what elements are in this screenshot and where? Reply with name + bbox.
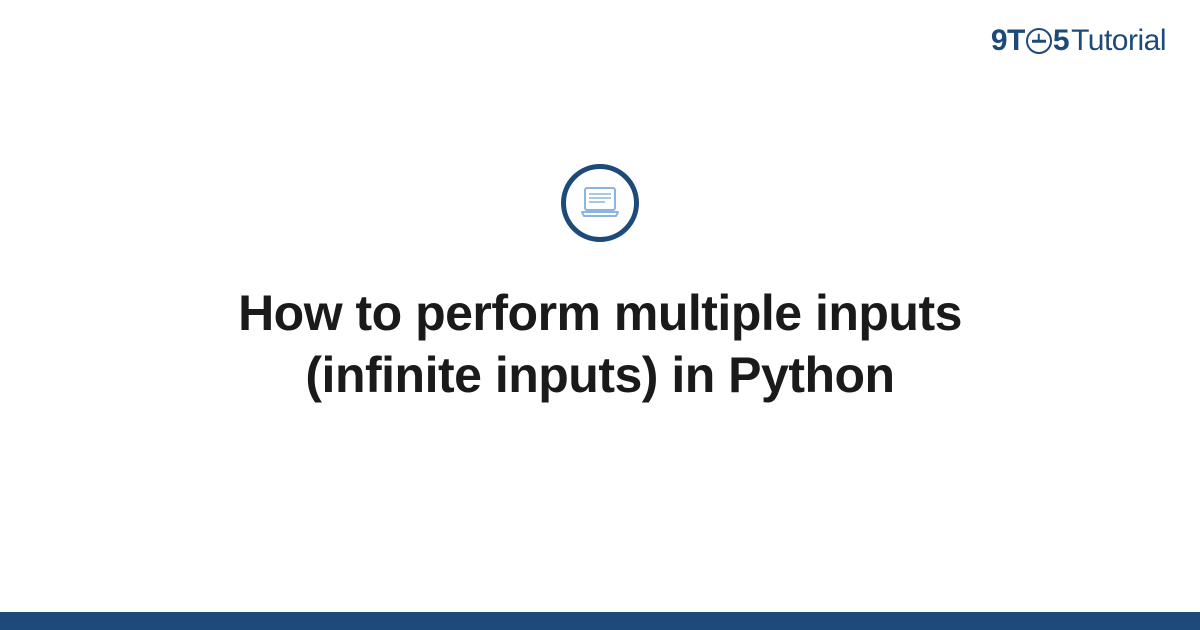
laptop-icon [561,164,639,242]
page-title: How to perform multiple inputs (infinite… [150,282,1050,407]
footer-accent-bar [0,612,1200,630]
laptop-svg-icon [579,185,621,221]
main-content: How to perform multiple inputs (infinite… [0,0,1200,630]
